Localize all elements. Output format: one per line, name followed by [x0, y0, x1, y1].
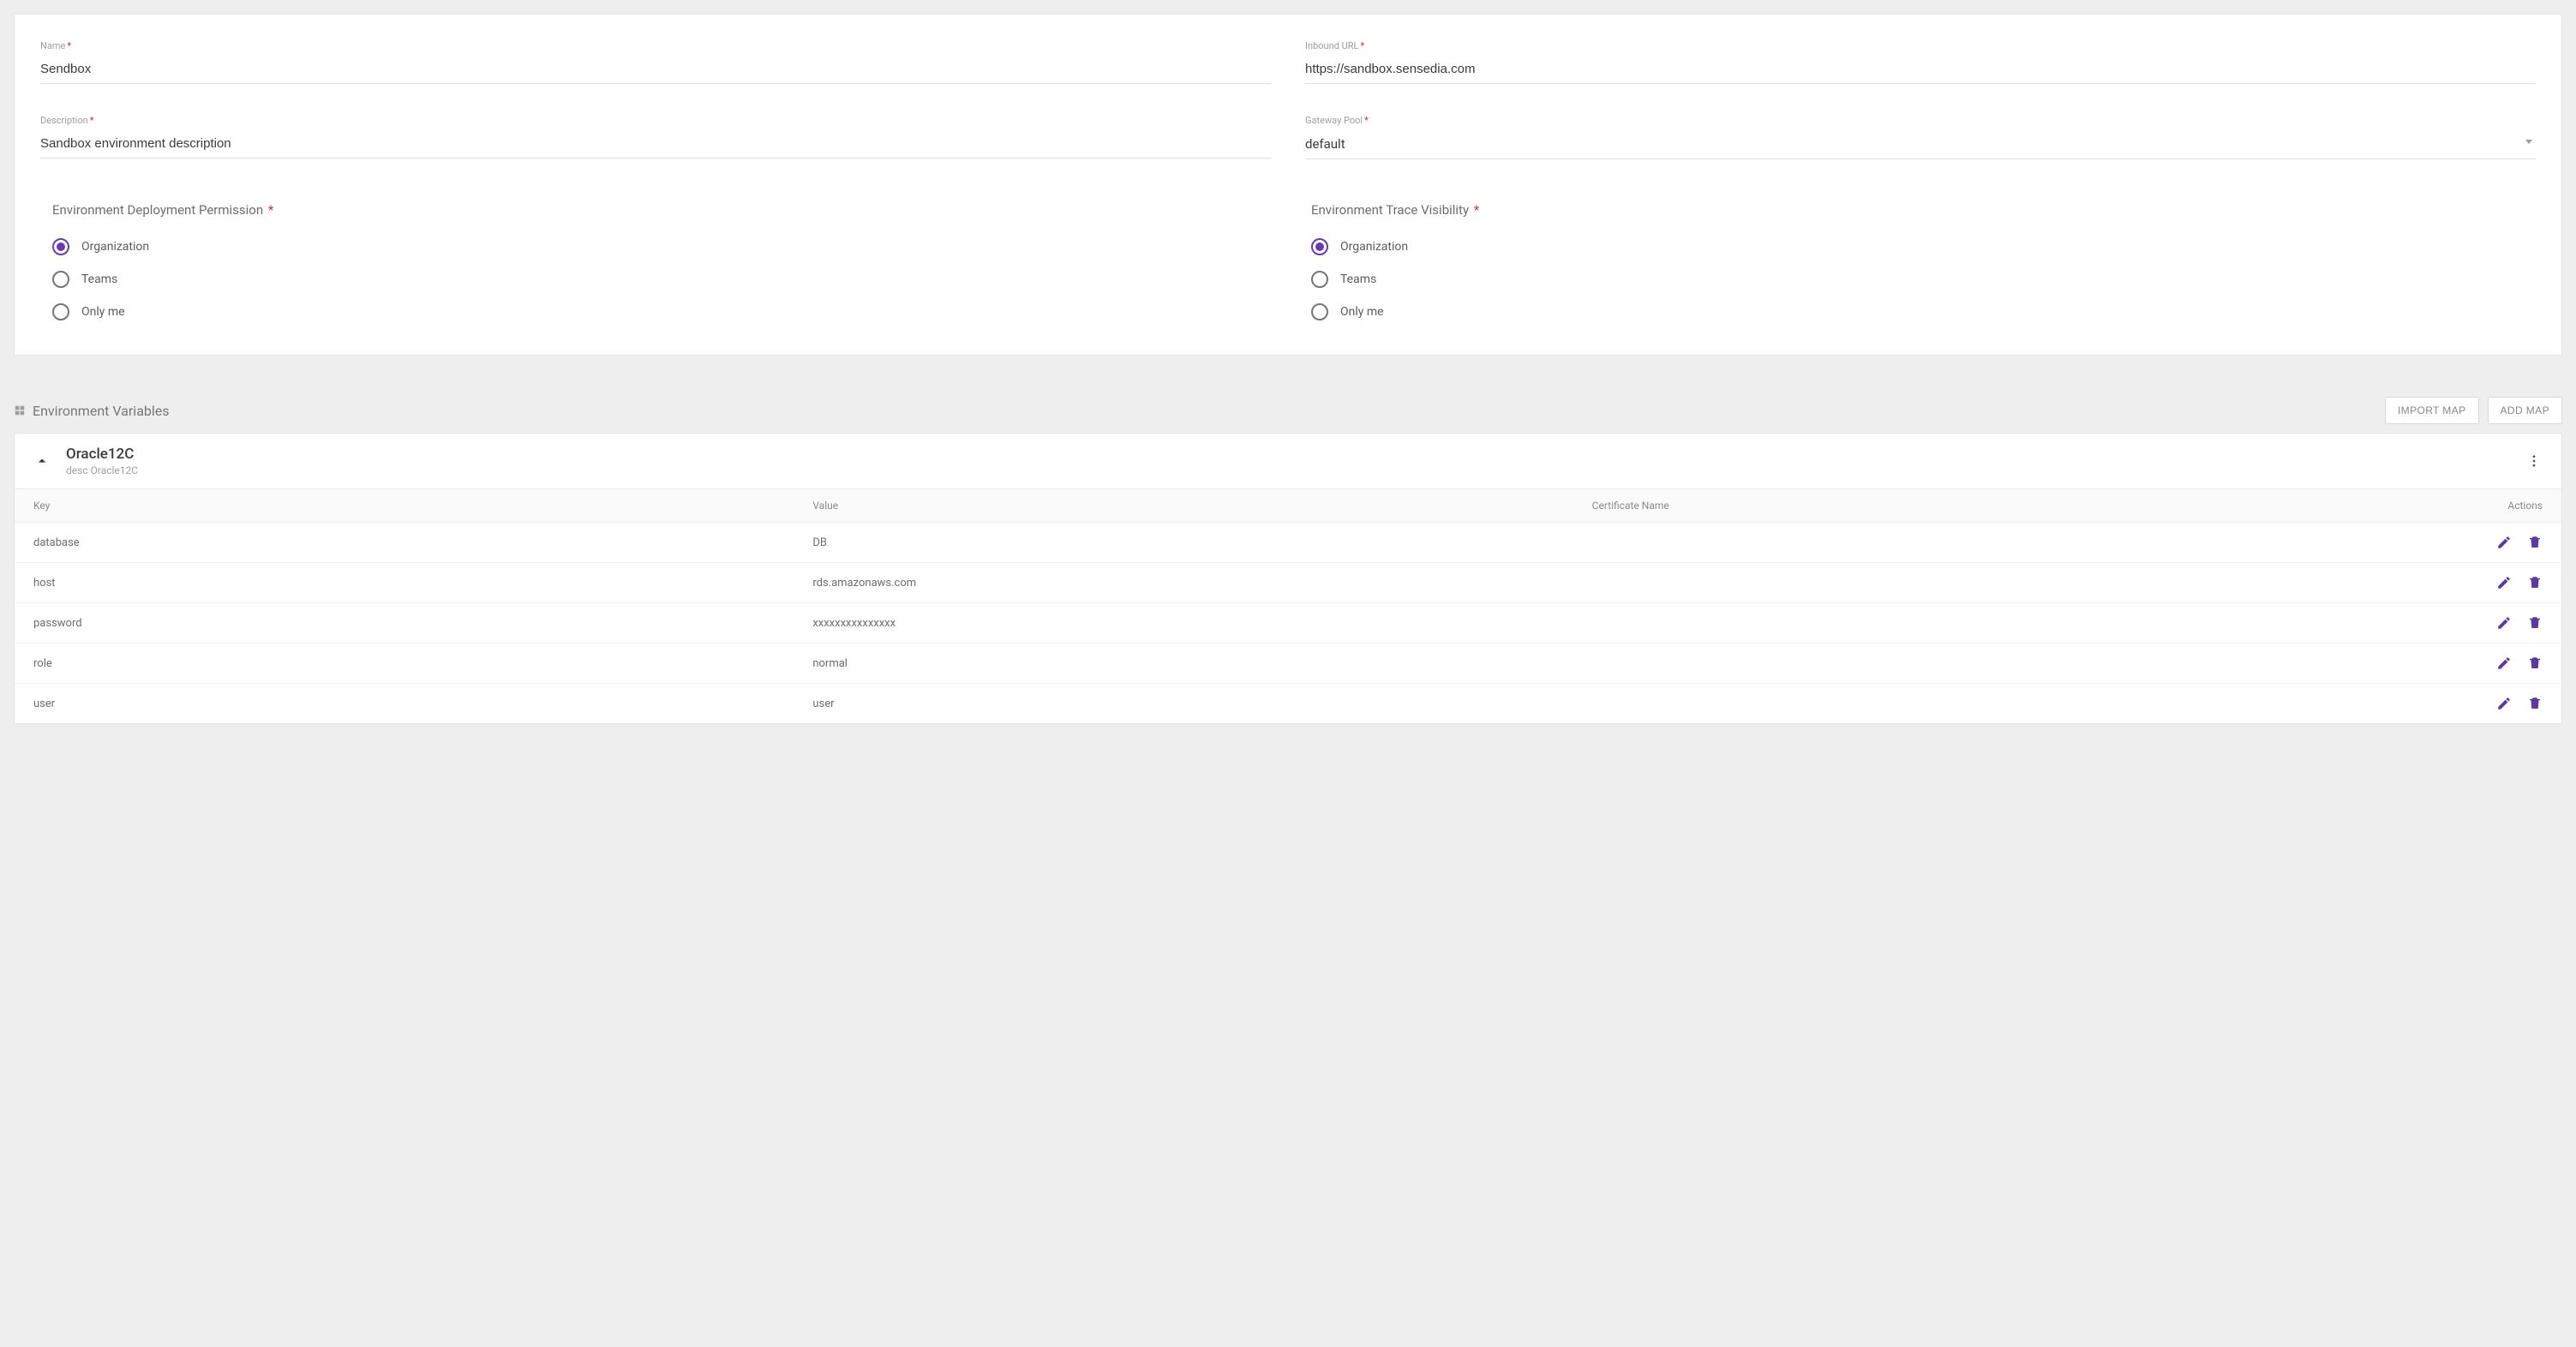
gateway-pool-label: Gateway Pool*	[1305, 115, 2536, 126]
cell-value: user	[812, 697, 1591, 710]
radio-icon	[52, 238, 69, 255]
table-row: hostrds.amazonaws.com	[15, 563, 2561, 603]
radio-label: Teams	[1340, 272, 1376, 286]
cell-key: password	[33, 617, 812, 630]
edit-icon[interactable]	[2496, 575, 2512, 590]
cell-value: DB	[812, 536, 1591, 549]
inbound-url-input[interactable]	[1305, 57, 2536, 84]
map-title: Oracle12C	[66, 446, 2524, 463]
radio-option[interactable]: Only me	[52, 303, 1277, 320]
col-value: Value	[812, 500, 1591, 512]
env-vars-title: Environment Variables	[33, 403, 170, 419]
col-cert: Certificate Name	[1592, 500, 2371, 512]
radio-label: Only me	[81, 305, 125, 319]
radio-option[interactable]: Organization	[1311, 238, 2536, 255]
inbound-url-field: Inbound URL*	[1305, 40, 2536, 84]
radio-icon	[52, 303, 69, 320]
radio-option[interactable]: Organization	[52, 238, 1277, 255]
radio-label: Teams	[81, 272, 117, 286]
col-key: Key	[33, 500, 812, 512]
edit-icon[interactable]	[2496, 696, 2512, 711]
chevron-up-icon[interactable]	[32, 451, 52, 471]
edit-icon[interactable]	[2496, 535, 2512, 550]
table-row: passwordxxxxxxxxxxxxxxx	[15, 603, 2561, 644]
kebab-menu-icon[interactable]	[2524, 451, 2544, 471]
cell-value: xxxxxxxxxxxxxxx	[812, 617, 1591, 630]
name-label: Name*	[40, 40, 1271, 51]
widgets-icon	[14, 404, 26, 416]
inbound-url-label: Inbound URL*	[1305, 40, 2536, 51]
trace-visibility-group: Environment Trace Visibility * Organizat…	[1311, 202, 2536, 320]
radio-icon	[1311, 238, 1328, 255]
radio-label: Organization	[1340, 240, 1408, 254]
edit-icon[interactable]	[2496, 656, 2512, 671]
description-field: Description*	[40, 115, 1271, 159]
cell-key: host	[33, 577, 812, 590]
col-actions: Actions	[2371, 500, 2543, 512]
radio-icon	[1311, 303, 1328, 320]
add-map-button[interactable]: ADD MAP	[2488, 397, 2562, 424]
description-label: Description*	[40, 115, 1271, 126]
name-input[interactable]	[40, 57, 1271, 84]
cell-value: rds.amazonaws.com	[812, 577, 1591, 590]
name-field: Name*	[40, 40, 1271, 84]
table-row: databaseDB	[15, 523, 2561, 563]
delete-icon[interactable]	[2527, 575, 2543, 590]
radio-label: Only me	[1340, 305, 1384, 319]
radio-option[interactable]: Teams	[52, 271, 1277, 288]
env-vars-header: Environment Variables IMPORT MAP ADD MAP	[14, 397, 2562, 424]
map-subtitle: desc Oracle12C	[66, 464, 2524, 476]
cell-key: user	[33, 697, 812, 710]
map-accordion-header: Oracle12C desc Oracle12C	[15, 434, 2561, 488]
trace-visibility-title: Environment Trace Visibility *	[1311, 202, 2536, 218]
cell-key: database	[33, 536, 812, 549]
deployment-permission-title: Environment Deployment Permission *	[52, 202, 1277, 218]
delete-icon[interactable]	[2527, 535, 2543, 550]
delete-icon[interactable]	[2527, 696, 2543, 711]
radio-option[interactable]: Only me	[1311, 303, 2536, 320]
cell-value: normal	[812, 657, 1591, 670]
deployment-permission-group: Environment Deployment Permission * Orga…	[52, 202, 1277, 320]
description-input[interactable]	[40, 131, 1271, 159]
delete-icon[interactable]	[2527, 615, 2543, 631]
edit-icon[interactable]	[2496, 615, 2512, 631]
radio-option[interactable]: Teams	[1311, 271, 2536, 288]
vars-table-header: Key Value Certificate Name Actions	[15, 488, 2561, 523]
gateway-pool-field: Gateway Pool* default	[1305, 115, 2536, 159]
delete-icon[interactable]	[2527, 656, 2543, 671]
env-vars-card: Oracle12C desc Oracle12C Key Value Certi…	[14, 433, 2562, 724]
chevron-down-icon	[2525, 140, 2532, 144]
radio-icon	[1311, 271, 1328, 288]
import-map-button[interactable]: IMPORT MAP	[2385, 397, 2479, 424]
gateway-pool-select[interactable]: default	[1305, 131, 2536, 159]
table-row: rolenormal	[15, 644, 2561, 684]
table-row: useruser	[15, 684, 2561, 723]
radio-icon	[52, 271, 69, 288]
cell-key: role	[33, 657, 812, 670]
environment-form-card: Name* Inbound URL* Description*	[14, 14, 2562, 356]
radio-label: Organization	[81, 240, 149, 254]
